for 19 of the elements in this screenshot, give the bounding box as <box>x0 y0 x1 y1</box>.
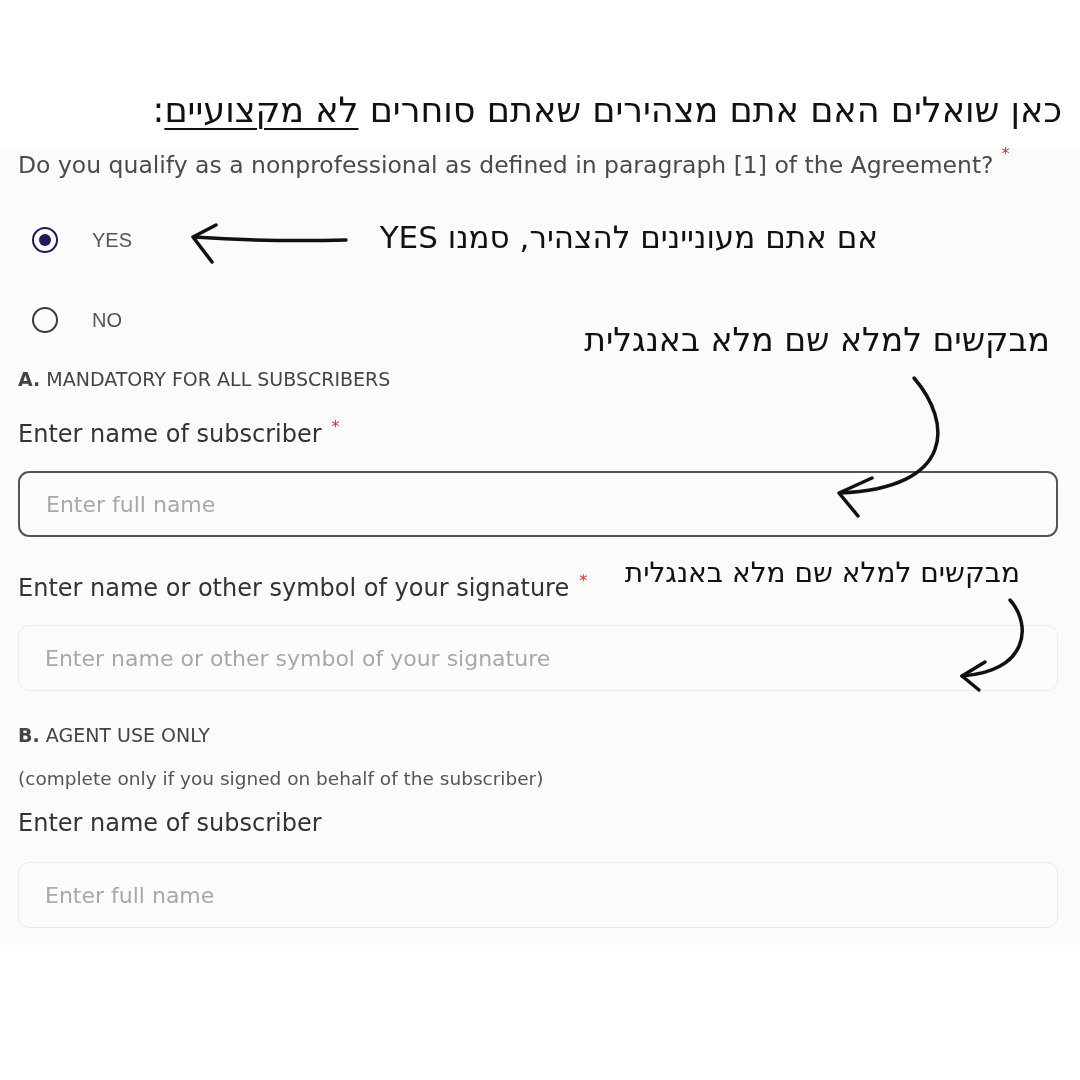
section-note: (complete only if you signed on behalf of the subscriber) <box>18 767 545 791</box>
field-label: Enter name or other symbol of your signature <box>18 574 570 602</box>
question-text: Do you qualify as a nonprofessional as defined in paragraph [1] of the Agreement? <box>18 151 994 179</box>
section-title: B. AGENT USE ONLY <box>18 723 211 748</box>
annotation-text: מבקשים למלא שם מלא באנגלית <box>584 320 1050 360</box>
required-mark: * <box>331 417 340 436</box>
text-input-field[interactable]: Enter full name <box>18 471 1058 537</box>
field-label: Enter name of subscriber <box>18 809 322 837</box>
radio-button[interactable] <box>32 307 58 333</box>
annotation-text: מבקשים למלא שם מלא באנגלית <box>624 556 1020 590</box>
option-label: NO <box>92 308 122 332</box>
field-label: Enter name of subscriber <box>18 420 322 448</box>
annotation-text: אם אתם מעוניינים להצהיר, סמנו YES <box>379 219 878 257</box>
required-mark: * <box>579 571 588 590</box>
option-label: YES <box>92 228 133 252</box>
radio-button[interactable] <box>32 227 58 253</box>
required-mark: * <box>1001 144 1010 163</box>
annotation-heading: כאן שואלים האם אתם מצהירים שאתם סוחרים לא מקצועיים: <box>152 89 1062 132</box>
section-title: A. MANDATORY FOR ALL SUBSCRIBERS <box>18 367 392 392</box>
